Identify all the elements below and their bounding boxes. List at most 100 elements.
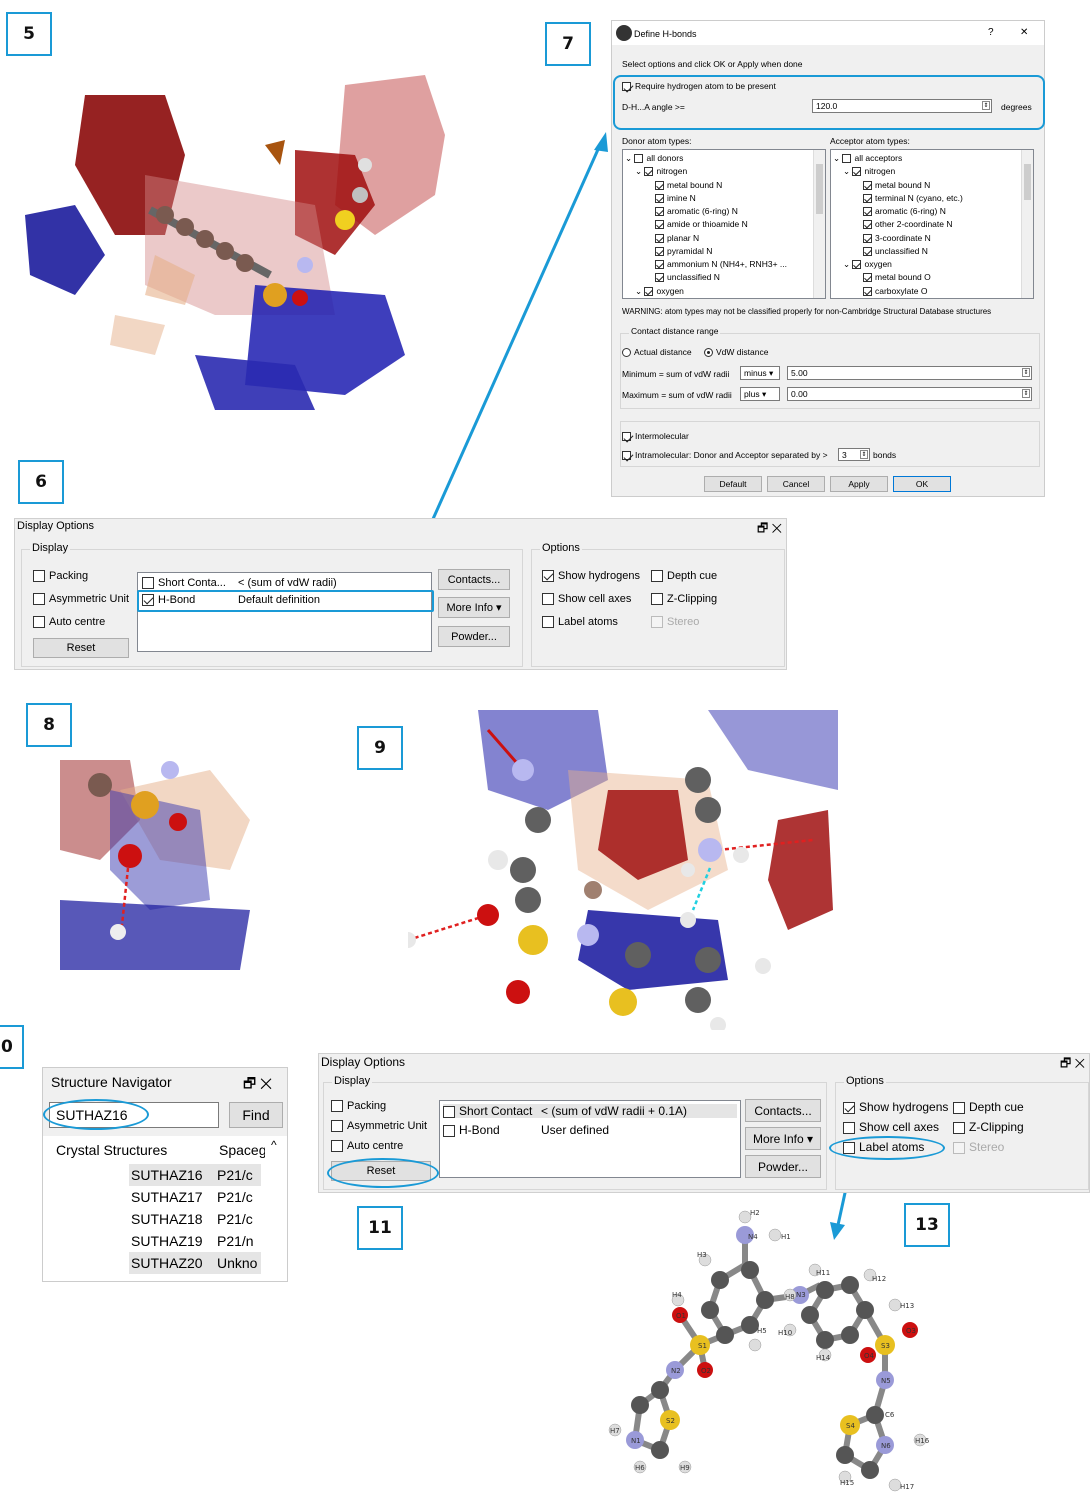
labeled-molecule-render-13: H2 N4 H1 H3 H4 H8 N3 H11 H12 H13 H5 H10 … — [600, 1205, 940, 1493]
highlight-label-atoms — [829, 1136, 945, 1160]
navigator-row[interactable]: SUTHAZ17 P21/c — [129, 1186, 261, 1208]
find-button[interactable]: Find — [229, 1102, 283, 1128]
atom-label: H14 — [816, 1354, 831, 1362]
atom-label: H13 — [900, 1302, 914, 1310]
atom-label: H12 — [872, 1275, 886, 1283]
packing-checkbox[interactable]: Packing — [331, 1100, 386, 1113]
donor-header: Donor atom types: — [622, 136, 692, 146]
atom-label: N6 — [881, 1442, 891, 1450]
z-clipping-checkbox[interactable]: Z-Clipping — [651, 593, 717, 606]
step-label-7: 7 — [545, 22, 591, 66]
step-label-8: 8 — [26, 703, 72, 747]
hirshfeld-surface-render-5 — [15, 55, 465, 415]
dialog-title: Define H-bonds — [634, 29, 697, 39]
highlight-search — [43, 1099, 149, 1130]
minimum-value-input[interactable]: 5.00 ⇕ — [787, 366, 1032, 380]
bonds-separation-input[interactable]: 3 ⇕ — [838, 448, 870, 461]
maximum-value-input[interactable]: 0.00 ⇕ — [787, 387, 1032, 401]
atom-label: S2 — [666, 1417, 675, 1425]
ok-button[interactable]: OK — [893, 476, 951, 492]
atom-label: H6 — [635, 1464, 645, 1472]
packing-checkbox[interactable]: Packing — [33, 570, 88, 583]
column-header-spacegroup[interactable]: Spacegroup — [219, 1142, 265, 1158]
dialog-help-button[interactable]: ? — [988, 27, 994, 38]
more-info-button[interactable]: More Info ▾ — [745, 1127, 821, 1150]
show-cell-axes-checkbox[interactable]: Show cell axes — [542, 593, 631, 606]
step-label-6: 6 — [18, 460, 64, 504]
list-item-short-contact[interactable]: Short Contact < (sum of vdW radii + 0.1A) — [443, 1104, 737, 1118]
maximum-operator-select[interactable]: plus ▾ — [740, 387, 780, 401]
show-hydrogens-checkbox[interactable]: Show hydrogens — [843, 1100, 948, 1114]
atom-label: O2 — [701, 1367, 711, 1375]
step-label-11: 11 — [357, 1206, 403, 1250]
default-button[interactable]: Default — [704, 476, 762, 492]
actual-distance-radio[interactable]: Actual distance — [622, 347, 692, 358]
navigator-scroll-up-icon[interactable]: ^ — [271, 1138, 277, 1152]
auto-centre-checkbox[interactable]: Auto centre — [33, 616, 105, 629]
panel-window-buttons[interactable]: 🗗 ✕ — [1060, 1054, 1085, 1075]
intramolecular-checkbox[interactable]: Intramolecular: Donor and Acceptor separ… — [622, 450, 828, 461]
atom-label: H4 — [672, 1291, 682, 1299]
donor-tree[interactable]: ⌄ all donors ⌄ nitrogen metal bound N im… — [622, 149, 826, 299]
atom-label: H3 — [697, 1251, 707, 1259]
bonds-label: bonds — [873, 450, 897, 460]
atom-label: N5 — [881, 1377, 891, 1385]
auto-centre-checkbox[interactable]: Auto centre — [331, 1140, 403, 1153]
show-hydrogens-checkbox[interactable]: Show hydrogens — [542, 570, 640, 583]
dialog-instructions: Select options and click OK or Apply whe… — [622, 59, 803, 69]
show-cell-axes-checkbox[interactable]: Show cell axes — [843, 1120, 939, 1134]
navigator-row[interactable]: SUTHAZ18 P21/c — [129, 1208, 261, 1230]
atom-label: H15 — [840, 1479, 854, 1487]
minimum-operator-select[interactable]: minus ▾ — [740, 366, 780, 380]
atom-label: H16 — [915, 1437, 930, 1445]
navigator-window-buttons[interactable]: 🗗 ✕ — [243, 1073, 272, 1097]
contacts-list[interactable]: Short Conta... < (sum of vdW radii) H-Bon… — [137, 572, 432, 652]
dialog-app-icon — [616, 25, 632, 41]
list-item-short-contact[interactable]: Short Conta... < (sum of vdW radii) — [142, 577, 337, 590]
apply-button[interactable]: Apply — [830, 476, 888, 492]
atom-label: N3 — [796, 1291, 806, 1299]
atom-label: N2 — [671, 1367, 681, 1375]
step-label-10: 10 — [0, 1025, 24, 1069]
atom-label: H11 — [816, 1269, 830, 1277]
powder-button[interactable]: Powder... — [745, 1155, 821, 1178]
z-clipping-checkbox[interactable]: Z-Clipping — [953, 1120, 1024, 1134]
acceptor-scrollbar[interactable] — [1021, 150, 1033, 298]
panel-window-buttons[interactable]: 🗗 ✕ — [757, 519, 782, 540]
acceptor-tree[interactable]: ⌄ all acceptors ⌄ nitrogen metal bound N… — [830, 149, 1034, 299]
hbond-closeup-render-8 — [60, 760, 250, 970]
list-item-hbond[interactable]: H-Bond User defined — [443, 1123, 609, 1137]
define-hbonds-dialog: Define H-bonds ? ✕ Select options and cl… — [611, 20, 1045, 497]
more-info-button[interactable]: More Info ▾ — [438, 597, 510, 618]
atom-label: O4 — [864, 1352, 875, 1360]
depth-cue-checkbox[interactable]: Depth cue — [651, 570, 717, 583]
atom-label: O1 — [676, 1312, 686, 1320]
dialog-close-button[interactable]: ✕ — [1020, 27, 1028, 38]
options-group: Options — [531, 542, 785, 667]
contacts-list[interactable]: Short Contact < (sum of vdW radii + 0.1A)… — [439, 1100, 741, 1178]
cancel-button[interactable]: Cancel — [767, 476, 825, 492]
navigator-row[interactable]: SUTHAZ16 P21/c — [129, 1164, 261, 1186]
reset-button[interactable]: Reset — [33, 638, 129, 658]
atom-label: H10 — [778, 1329, 792, 1337]
contacts-button[interactable]: Contacts... — [745, 1099, 821, 1122]
atom-label: H5 — [757, 1327, 767, 1335]
label-atoms-checkbox[interactable]: Label atoms — [542, 616, 618, 629]
contacts-button[interactable]: Contacts... — [438, 569, 510, 590]
atom-label: H9 — [680, 1464, 690, 1472]
vdw-distance-radio[interactable]: VdW distance — [704, 347, 768, 358]
atom-label: N1 — [631, 1437, 641, 1445]
donor-scrollbar[interactable] — [813, 150, 825, 298]
navigator-row[interactable]: SUTHAZ20 Unkno — [129, 1252, 261, 1274]
atom-label: C6 — [885, 1411, 895, 1419]
column-header-structures[interactable]: Crystal Structures — [56, 1142, 167, 1158]
depth-cue-checkbox[interactable]: Depth cue — [953, 1100, 1024, 1114]
asymmetric-unit-checkbox[interactable]: Asymmetric Unit — [33, 593, 129, 606]
display-options-panel-6: Display Options 🗗 ✕ Display Packing Asym… — [14, 518, 787, 670]
powder-button[interactable]: Powder... — [438, 626, 510, 647]
navigator-row[interactable]: SUTHAZ19 P21/n — [129, 1230, 261, 1252]
highlight-reset — [327, 1158, 439, 1188]
asymmetric-unit-checkbox[interactable]: Asymmetric Unit — [331, 1120, 427, 1133]
stereo-checkbox: Stereo — [651, 616, 699, 629]
intermolecular-checkbox[interactable]: Intermolecular — [622, 431, 689, 442]
